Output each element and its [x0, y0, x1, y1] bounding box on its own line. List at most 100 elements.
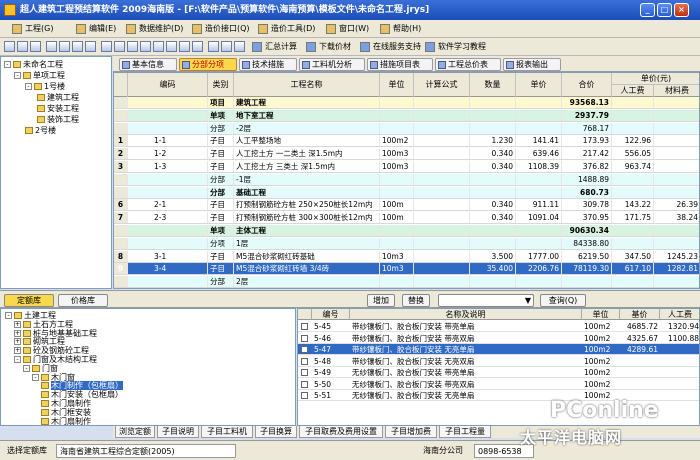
norm-checkbox[interactable]: [301, 392, 308, 399]
filter-select[interactable]: ▼: [438, 294, 534, 307]
add-button[interactable]: 增加: [367, 294, 395, 307]
grid-cell-formula: [414, 186, 470, 198]
tree-node-single-project[interactable]: - 单项工程: [14, 71, 65, 81]
new-icon[interactable]: [4, 41, 15, 52]
tab-basic-info[interactable]: 基本信息: [119, 58, 177, 71]
summary-calc-button[interactable]: 汇总计算: [252, 40, 297, 54]
norm-row[interactable]: 5-48 带纱镶板门、胶合板门安装 无亮双扇 100m2: [298, 356, 699, 367]
help-icon: [380, 24, 390, 34]
cut-icon[interactable]: [46, 41, 57, 52]
menu-project[interactable]: 工程(G): [12, 22, 53, 36]
tab-item-materials[interactable]: 子目工料机: [201, 426, 253, 438]
lib-tree-node[interactable]: 木门扇制作: [41, 417, 91, 425]
tab-items[interactable]: 分部分项: [179, 58, 237, 71]
query-button[interactable]: 查询(Q): [540, 294, 586, 307]
replace-button[interactable]: 替换: [402, 294, 430, 307]
tab-report-output[interactable]: 报表输出: [503, 58, 561, 71]
menu-data-maintenance[interactable]: 数据维护(D): [126, 22, 183, 36]
tree-node-building-2[interactable]: 2号楼: [25, 126, 56, 136]
tree-node-project[interactable]: - 未命名工程: [4, 60, 63, 70]
tab-item-note[interactable]: 子目说明: [157, 426, 199, 438]
online-support-button[interactable]: 在线服务支持: [360, 40, 421, 54]
grid-row[interactable]: 9 3-4 子目 M5混合砂浆砌红砖墙 3/4砖 10m3 35.400 2206.76 78…: [114, 263, 699, 276]
redo-icon[interactable]: [85, 41, 96, 52]
grid-row[interactable]: 分项 1层 84338.80: [114, 237, 699, 250]
grid-row[interactable]: 7 2-3 子目 打预制钢筋砼方桩 300×300桩长12m内 100m 0.340 109…: [114, 212, 699, 225]
collapse-icon[interactable]: [192, 41, 203, 52]
menu-edit[interactable]: 编辑(E): [76, 22, 116, 36]
maximize-button[interactable]: □: [657, 3, 672, 17]
library-select[interactable]: 海南省建筑工程综合定额(2005): [56, 444, 236, 458]
tab-norm-library[interactable]: 定额库: [4, 294, 54, 307]
find-icon[interactable]: [208, 41, 219, 52]
norm-checkbox[interactable]: [301, 334, 308, 342]
grid-row[interactable]: 2 1-2 子目 人工挖土方 一二类土 深1.5m内 100m3 0.340 639.46 2…: [114, 148, 699, 161]
expand-icon[interactable]: [179, 41, 190, 52]
norm-row[interactable]: 5-46 带纱镶板门、胶合板门安装 带亮双扇 100m2 4325.67 1100.88: [298, 333, 699, 344]
tab-item-quantity[interactable]: 子目工程量: [439, 426, 491, 438]
download-prices-button[interactable]: 下载价材: [306, 40, 351, 54]
minimize-button[interactable]: _: [640, 3, 655, 17]
tab-item-surcharge[interactable]: 子目增加费: [385, 426, 437, 438]
folder-icon: [23, 347, 31, 355]
menu-cost-interface[interactable]: 造价接口(Q): [192, 22, 250, 36]
move-up-icon[interactable]: [127, 41, 138, 52]
move-down-icon[interactable]: [140, 41, 151, 52]
tab-item-conversion[interactable]: 子目换算: [255, 426, 297, 438]
open-icon[interactable]: [17, 41, 28, 52]
grid-row[interactable]: 分部 -1层 1488.89: [114, 173, 699, 186]
norm-row[interactable]: 5-49 无纱镶板门、胶合板门安装 带亮单扇 100m2: [298, 367, 699, 378]
menu-window[interactable]: 窗口(W): [326, 22, 369, 36]
tab-total-price[interactable]: 工程总价表: [435, 58, 501, 71]
folder-icon: [23, 356, 31, 363]
norm-row[interactable]: 5-45 带纱镶板门、胶合板门安装 带亮单扇 100m2 4685.72 1320.94: [298, 321, 699, 332]
grid-row[interactable]: 项目 建筑工程 93568.13: [114, 97, 699, 109]
grid-row[interactable]: 3 1-3 子目 人工挖土方 三类土 深1.5m内 100m3 0.340 1108.39 3…: [114, 161, 699, 173]
tree-node-construction[interactable]: 建筑工程: [37, 93, 79, 103]
copy-icon[interactable]: [59, 41, 70, 52]
tree-node-installation[interactable]: 安装工程: [37, 104, 79, 114]
grid-row[interactable]: 分部 -2层 768.17: [114, 122, 699, 135]
norm-checkbox[interactable]: [301, 369, 308, 376]
norm-checkbox[interactable]: [301, 357, 308, 365]
norm-checkbox[interactable]: [301, 380, 308, 388]
insert-icon[interactable]: [101, 41, 112, 52]
grid-row[interactable]: 1 1-1 子目 人工平整场地 100m2 1.230 141.41 173.93 122.96: [114, 135, 699, 148]
grid-cell-labor: 122.96: [612, 135, 654, 147]
tab-tech-measures[interactable]: 技术措施: [239, 58, 297, 71]
append-icon[interactable]: [114, 41, 125, 52]
grid-cell-qty: [470, 173, 516, 185]
calc-icon[interactable]: [234, 41, 245, 52]
tab-labor-analysis[interactable]: 工料机分析: [299, 58, 365, 71]
norm-row[interactable]: 5-47 带纱镶板门、胶合板门安装 无亮单扇 100m2 4289.61: [298, 344, 699, 355]
grid-row[interactable]: 6 2-1 子目 打预制钢筋砼方桩 250×250桩长12m内 100m 0.340 911…: [114, 199, 699, 212]
grid-row[interactable]: 分部 基础工程 680.73: [114, 186, 699, 199]
outdent-icon[interactable]: [166, 41, 177, 52]
grid-row[interactable]: 单项 地下室工程 2937.79: [114, 109, 699, 122]
menu-cost-tools[interactable]: 造价工具(D): [258, 22, 315, 36]
close-button[interactable]: ×: [674, 3, 689, 17]
info-icon: [122, 61, 130, 69]
grid-cell-type: 分部: [208, 186, 234, 198]
grid-row[interactable]: 单项 主体工程 90630.34: [114, 225, 699, 237]
tree-node-decoration[interactable]: 装饰工程: [37, 115, 79, 125]
save-icon[interactable]: [30, 41, 41, 52]
tab-browse-norms[interactable]: 浏览定额: [115, 426, 155, 438]
undo-icon[interactable]: [72, 41, 83, 52]
indent-icon[interactable]: [153, 41, 164, 52]
norm-checkbox[interactable]: [301, 346, 308, 353]
toolbar: 汇总计算 下载价材 在线服务支持 软件学习教程: [0, 38, 700, 56]
grid-cell-mat: [654, 161, 699, 172]
tab-measures-table[interactable]: 措施项目表: [367, 58, 433, 71]
tree-node-building-1[interactable]: -1号楼: [25, 82, 65, 92]
norm-row[interactable]: 5-50 无纱镶板门、胶合板门安装 带亮双扇 100m2: [298, 379, 699, 390]
norm-cell-unit: 100m2: [584, 368, 611, 377]
grid-row[interactable]: 8 3-1 子目 M5混合砂浆砌红砖基础 10m3 3.500 1777.00 6219.50…: [114, 250, 699, 263]
grid-row[interactable]: 分部 2层: [114, 276, 699, 288]
tab-price-library[interactable]: 价格库: [58, 294, 108, 307]
tutorial-button[interactable]: 软件学习教程: [425, 40, 486, 54]
tab-item-fees[interactable]: 子目取费及费用设置: [299, 426, 383, 438]
menu-help[interactable]: 帮助(H): [380, 22, 421, 36]
delete-icon[interactable]: [221, 41, 232, 52]
norm-checkbox[interactable]: [301, 323, 308, 330]
